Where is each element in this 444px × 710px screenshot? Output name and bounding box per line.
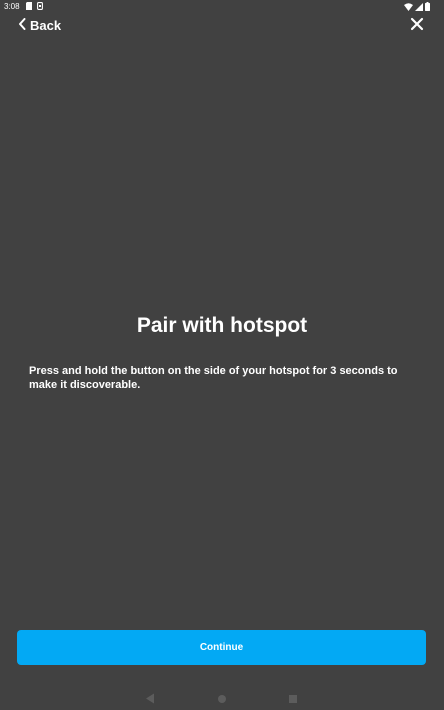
nav-recents-icon[interactable] [288, 691, 298, 709]
battery-icon [425, 2, 430, 11]
nav-back-icon[interactable] [145, 691, 155, 709]
status-left-icons [26, 2, 43, 10]
chevron-left-icon [18, 17, 26, 35]
page-title: Pair with hotspot [136, 314, 308, 337]
pair-hotspot-screen: 3:08 Back Pair with hotspot Press and ho… [0, 0, 444, 710]
close-button[interactable] [410, 17, 424, 31]
continue-button[interactable]: Continue [17, 630, 426, 665]
status-time: 3:08 [4, 2, 20, 11]
system-nav-bar [0, 684, 444, 710]
wifi-icon [404, 2, 413, 11]
back-button[interactable]: Back [18, 17, 61, 35]
instructions-text: Press and hold the button on the side of… [29, 365, 398, 391]
status-right-icons [404, 2, 430, 11]
close-icon [410, 17, 424, 35]
sd-card-icon [26, 2, 32, 10]
sim-icon [37, 2, 43, 10]
status-bar: 3:08 [0, 0, 444, 14]
signal-icon [415, 2, 423, 11]
nav-home-icon[interactable] [217, 691, 227, 709]
back-label: Back [30, 18, 62, 33]
